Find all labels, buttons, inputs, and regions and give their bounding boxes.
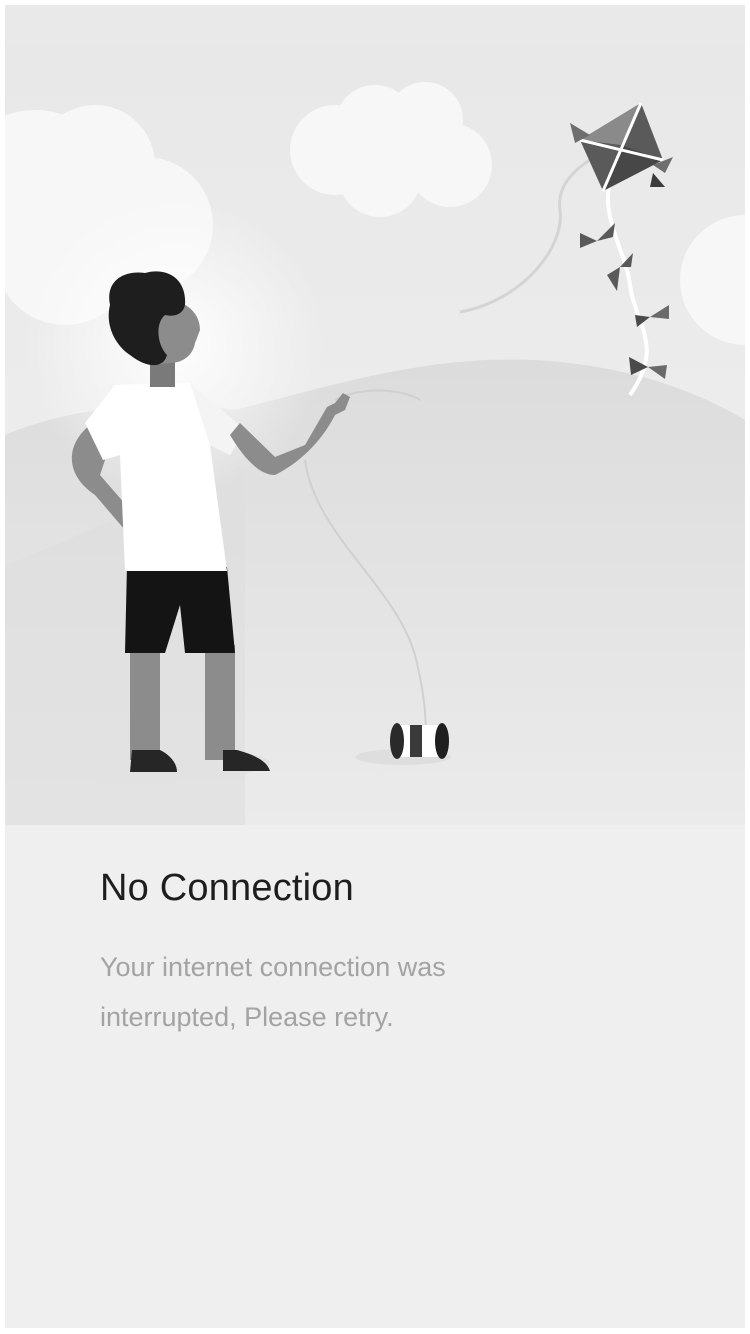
error-description: Your internet connection was interrupted…: [100, 952, 446, 1032]
error-title: No Connection: [100, 867, 354, 909]
string-spool-icon: [390, 723, 449, 759]
no-connection-illustration: [5, 43, 745, 825]
error-message: No Connection Your internet connection w…: [100, 867, 660, 1042]
no-connection-screen: No Connection Your internet connection w…: [5, 5, 745, 1328]
